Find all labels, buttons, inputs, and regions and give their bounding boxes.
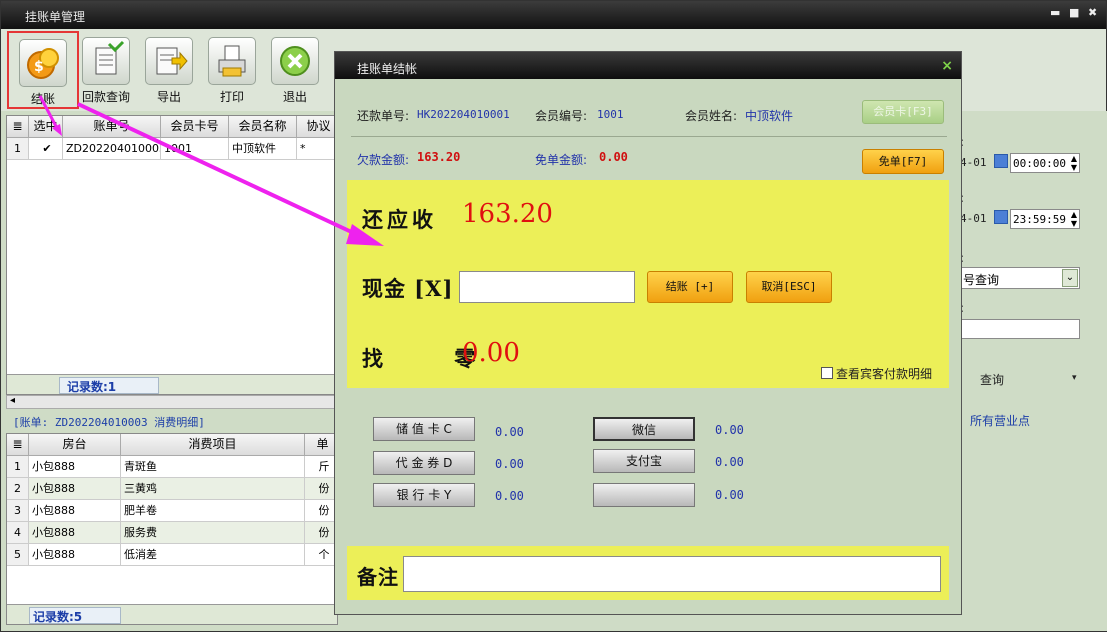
end-date-field[interactable]: 4-01 xyxy=(960,212,987,225)
col-header-room[interactable]: 房台 xyxy=(29,434,121,456)
payment-area: 还应收 163.20 现金 [X] 结账 [+] 取消[ESC] 找 零 0.0… xyxy=(347,180,949,388)
minimize-icon[interactable]: ▬ xyxy=(1050,6,1060,19)
dialog-title: 挂账单结帐 xyxy=(357,62,418,76)
dialog-close-icon[interactable]: × xyxy=(941,58,953,74)
other-payment-button[interactable] xyxy=(593,483,695,507)
change-amount: 0.00 xyxy=(462,338,520,368)
query-button[interactable]: 查询 xyxy=(980,371,1004,388)
scroll-left-icon[interactable]: ◂ xyxy=(10,395,15,406)
exit-x-icon xyxy=(271,37,319,85)
grid-menu-icon[interactable]: ≣ xyxy=(7,116,29,138)
waive-button[interactable]: 免单[F7] xyxy=(862,149,944,174)
cash-input[interactable] xyxy=(459,271,635,303)
exit-button[interactable]: 退出 xyxy=(267,37,323,105)
keyword-input[interactable] xyxy=(960,319,1080,339)
owed-amount: 163.20 xyxy=(417,150,461,164)
dialog-title-bar: 挂账单结帐 × xyxy=(335,52,961,79)
repay-no-value: HK202204010001 xyxy=(417,108,510,121)
settle-button[interactable]: $ 结账 xyxy=(7,31,79,109)
coins-icon: $ xyxy=(19,39,67,87)
export-arrow-icon xyxy=(145,37,193,85)
svg-text:$: $ xyxy=(34,59,44,75)
alipay-button[interactable]: 支付宝 xyxy=(593,449,695,473)
title-bar: 挂账单管理 ▬ ■ ✖ xyxy=(1,1,1106,29)
grid-footer: 记录数:1 xyxy=(7,374,337,394)
member-name-value: 中顶软件 xyxy=(745,109,794,123)
printer-icon xyxy=(208,37,256,85)
grid-menu-icon[interactable]: ≣ xyxy=(7,434,29,456)
settle-confirm-button[interactable]: 结账 [+] xyxy=(647,271,733,303)
col-header-item[interactable]: 消费项目 xyxy=(121,434,305,456)
col-header-member-name[interactable]: 会员名称 xyxy=(229,116,297,138)
member-no-value: 1001 xyxy=(597,108,624,121)
start-time-field[interactable]: 00:00:00 ▲ ▼ xyxy=(1010,153,1080,173)
remark-area: 备注 xyxy=(347,546,949,600)
start-date-field[interactable]: 4-01 xyxy=(960,156,987,169)
time-spinner-icon[interactable]: ▲ ▼ xyxy=(1071,210,1077,228)
col-header-select[interactable]: 选中 xyxy=(29,116,63,138)
stored-value-card-button[interactable]: 储 值 卡 C xyxy=(373,417,475,441)
consumption-detail-grid: ≣ 房台 消费项目 单 1 小包888 青斑鱼 斤 2 小包888 三黄鸡 份 … xyxy=(6,433,338,625)
export-button[interactable]: 导出 xyxy=(141,37,197,105)
col-header-protocol[interactable]: 协议 xyxy=(297,116,337,138)
print-button[interactable]: 打印 xyxy=(204,37,260,105)
remark-input[interactable] xyxy=(403,556,941,592)
horizontal-scrollbar[interactable]: ◂ xyxy=(6,395,338,409)
waived-amount: 0.00 xyxy=(599,150,628,164)
close-icon[interactable]: ✖ xyxy=(1088,6,1097,19)
settle-dialog: 挂账单结帐 × 还款单号: HK202204010001 会员编号: 1001 … xyxy=(334,51,962,615)
calendar-icon[interactable] xyxy=(994,210,1008,224)
calendar-icon[interactable] xyxy=(994,154,1008,168)
grid-footer: 记录数:5 xyxy=(7,604,337,624)
maximize-icon[interactable]: ■ xyxy=(1069,6,1079,19)
cancel-button[interactable]: 取消[ESC] xyxy=(746,271,832,303)
chevron-down-icon[interactable]: ⌄ xyxy=(1062,269,1078,287)
time-spinner-icon[interactable]: ▲ ▼ xyxy=(1071,154,1077,172)
bill-list-grid: ≣ 选中 账单号 会员卡号 会员名称 协议 1 ✔ ZD202204010003… xyxy=(6,115,338,395)
refund-query-button[interactable]: 回款查询 xyxy=(78,37,134,105)
query-type-select[interactable]: 号查询 ⌄ xyxy=(960,267,1080,289)
guest-detail-checkbox[interactable] xyxy=(821,367,833,379)
detail-section-label: [账单: ZD202204010003 消费明细] xyxy=(13,416,205,429)
voucher-button[interactable]: 代 金 券 D xyxy=(373,451,475,475)
due-amount: 163.20 xyxy=(462,199,553,229)
end-time-field[interactable]: 23:59:59 ▲ ▼ xyxy=(1010,209,1080,229)
member-card-button[interactable]: 会员卡[F3] xyxy=(862,100,944,124)
document-check-icon xyxy=(82,37,130,85)
all-business-points-link[interactable]: 所有营业点 xyxy=(970,412,1030,429)
col-header-bill-no[interactable]: 账单号 xyxy=(63,116,161,138)
row-select-checkbox[interactable]: ✔ xyxy=(29,138,63,160)
col-header-card-no[interactable]: 会员卡号 xyxy=(161,116,229,138)
window-title: 挂账单管理 xyxy=(25,10,86,24)
dropdown-arrow-icon[interactable]: ▾ xyxy=(1072,373,1077,383)
bank-card-button[interactable]: 银 行 卡 Y xyxy=(373,483,475,507)
wechat-button[interactable]: 微信 xyxy=(593,417,695,441)
